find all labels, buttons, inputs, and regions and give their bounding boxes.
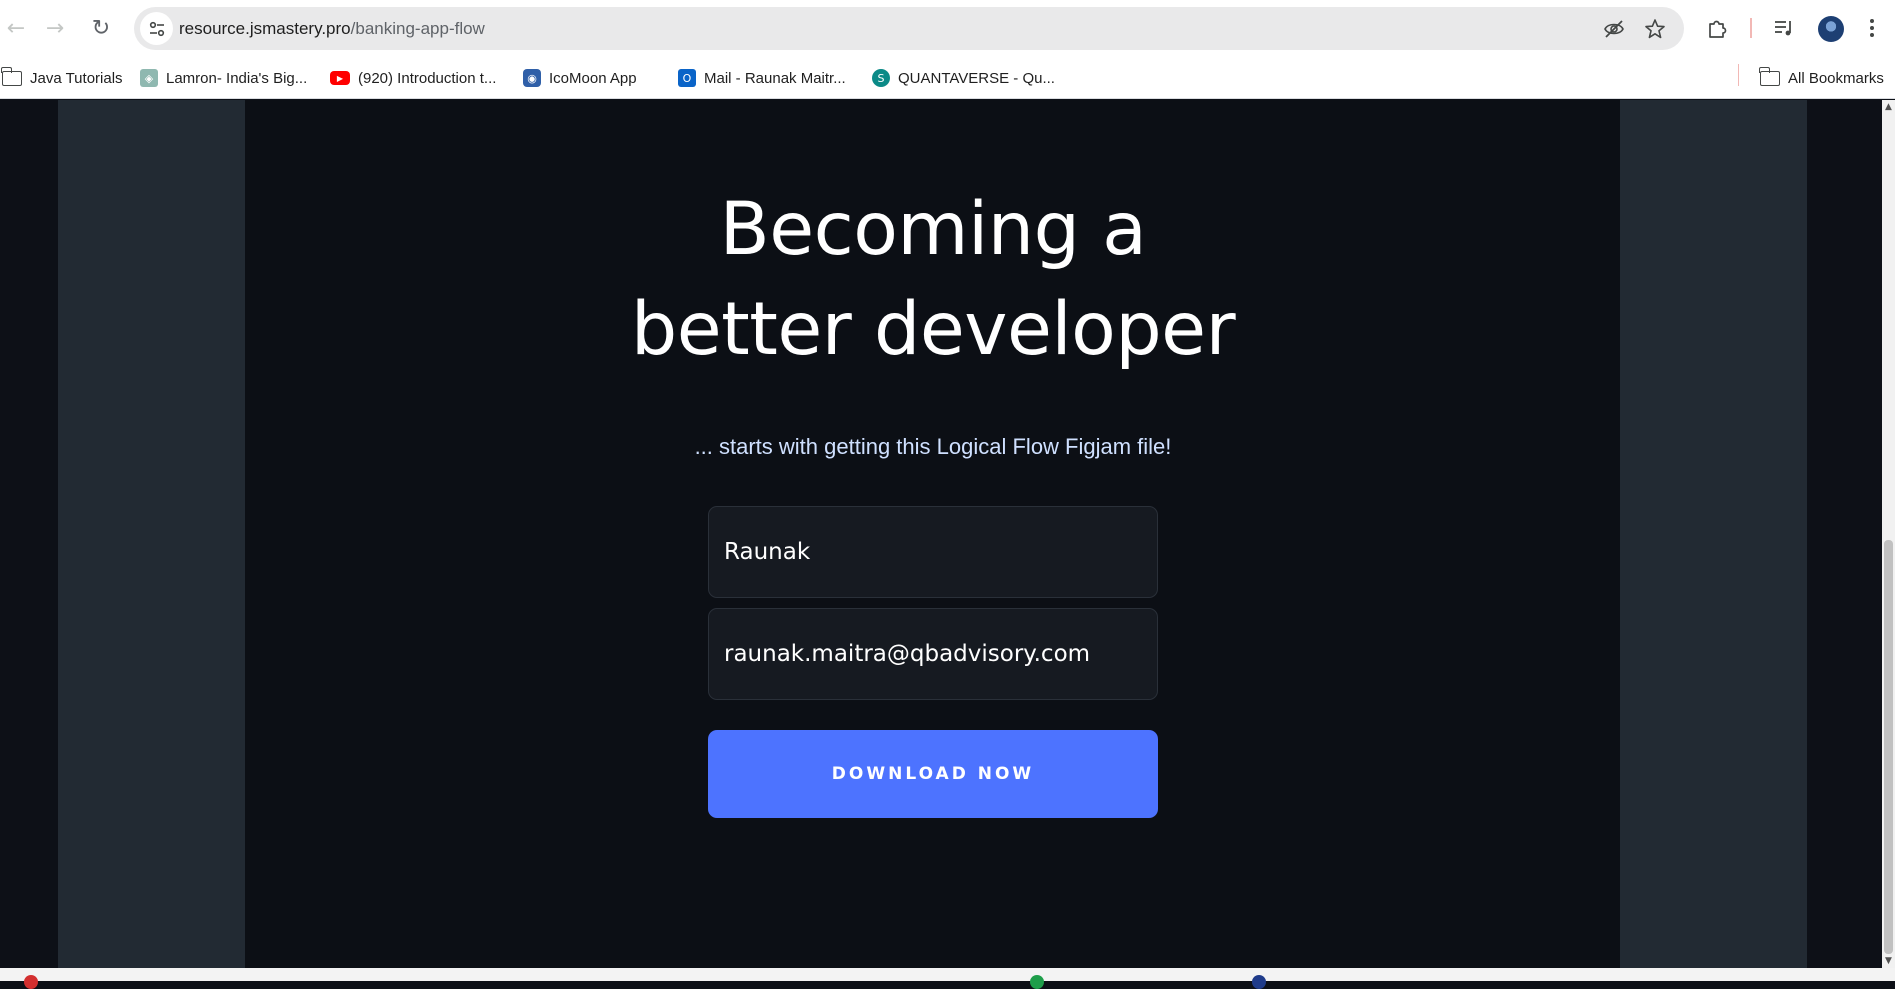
browser-toolbar: ← → ↻ resource.jsmastery.pro/banking-app…: [0, 0, 1895, 57]
outlook-icon: O: [678, 69, 696, 87]
media-controls-button[interactable]: [1770, 14, 1798, 42]
taskbar-app-icon[interactable]: [24, 975, 38, 989]
sharepoint-icon: S: [872, 69, 890, 87]
scroll-up-icon[interactable]: ▲: [1882, 100, 1895, 114]
bookmarks-bar: Java Tutorials ◈ Lamron- India's Big... …: [0, 57, 1895, 99]
site-info-icon: [149, 21, 164, 36]
menu-icon: [1870, 19, 1874, 37]
lamron-icon: ◈: [140, 69, 158, 87]
taskbar-app-icon[interactable]: [1252, 975, 1266, 989]
browser-menu-button[interactable]: [1858, 14, 1886, 42]
url-text[interactable]: resource.jsmastery.pro/banking-app-flow: [179, 19, 485, 39]
profile-avatar[interactable]: [1818, 16, 1844, 42]
bookmark-label: QUANTAVERSE - Qu...: [898, 69, 1055, 87]
page-scrollbar[interactable]: ▲ ▼: [1882, 100, 1895, 968]
name-input[interactable]: Raunak: [708, 506, 1158, 598]
scroll-down-icon[interactable]: ▼: [1882, 954, 1895, 968]
reload-button[interactable]: ↻: [85, 12, 117, 44]
bookmark-quantaverse[interactable]: S QUANTAVERSE - Qu...: [872, 65, 1055, 91]
bookmark-label: Lamron- India's Big...: [166, 69, 308, 87]
all-bookmarks[interactable]: All Bookmarks: [1759, 65, 1884, 91]
reload-icon: ↻: [91, 15, 111, 41]
site-info-button[interactable]: [140, 12, 173, 45]
title-line-1: Becoming a: [719, 187, 1147, 272]
bookmark-star-button[interactable]: [1643, 17, 1667, 41]
bookmark-icomoon[interactable]: ◉ IcoMoon App: [523, 65, 637, 91]
bookmarks-separator: [1738, 64, 1739, 86]
bookmark-youtube[interactable]: ▶ (920) Introduction t...: [330, 65, 496, 91]
page-viewport: Becoming a better developer ... starts w…: [0, 100, 1882, 968]
back-button[interactable]: ←: [0, 12, 32, 44]
url-path: /banking-app-flow: [350, 19, 485, 38]
toolbar-separator: [1750, 18, 1752, 38]
folder-icon: [1, 66, 22, 86]
back-arrow-icon: ←: [6, 15, 26, 41]
download-now-button[interactable]: DOWNLOAD NOW: [708, 730, 1158, 818]
bookmark-label: Java Tutorials: [30, 69, 123, 87]
tracking-protection-button[interactable]: [1602, 17, 1626, 41]
page-subtitle: ... starts with getting this Logical Flo…: [694, 434, 1172, 459]
bookmark-java-tutorials[interactable]: Java Tutorials: [1, 65, 123, 91]
star-icon: [1645, 19, 1665, 39]
bookmark-label: IcoMoon App: [549, 69, 637, 87]
folder-icon: [1759, 66, 1780, 86]
forward-button[interactable]: →: [39, 12, 71, 44]
youtube-icon: ▶: [330, 71, 350, 85]
bookmark-label: (920) Introduction t...: [358, 69, 497, 87]
page-title: Becoming a better developer: [0, 180, 1866, 380]
media-icon: [1775, 21, 1791, 36]
all-bookmarks-label: All Bookmarks: [1788, 69, 1884, 87]
scrollbar-thumb[interactable]: [1884, 540, 1893, 954]
eye-off-icon: [1604, 20, 1624, 38]
taskbar-app-icon[interactable]: [1030, 975, 1044, 989]
taskbar-strip: [0, 968, 1895, 989]
forward-arrow-icon: →: [45, 15, 65, 41]
address-bar[interactable]: resource.jsmastery.pro/banking-app-flow: [134, 7, 1684, 50]
bookmark-lamron[interactable]: ◈ Lamron- India's Big...: [140, 65, 307, 91]
extensions-icon: [1709, 20, 1727, 38]
bookmark-label: Mail - Raunak Maitr...: [704, 69, 846, 87]
url-domain: resource.jsmastery.pro: [179, 19, 351, 38]
email-input[interactable]: raunak.maitra@qbadvisory.com: [708, 608, 1158, 700]
title-line-2: better developer: [630, 287, 1236, 372]
bookmark-outlook-mail[interactable]: O Mail - Raunak Maitr...: [678, 65, 846, 91]
icomoon-icon: ◉: [523, 69, 541, 87]
extensions-button[interactable]: [1704, 14, 1732, 42]
